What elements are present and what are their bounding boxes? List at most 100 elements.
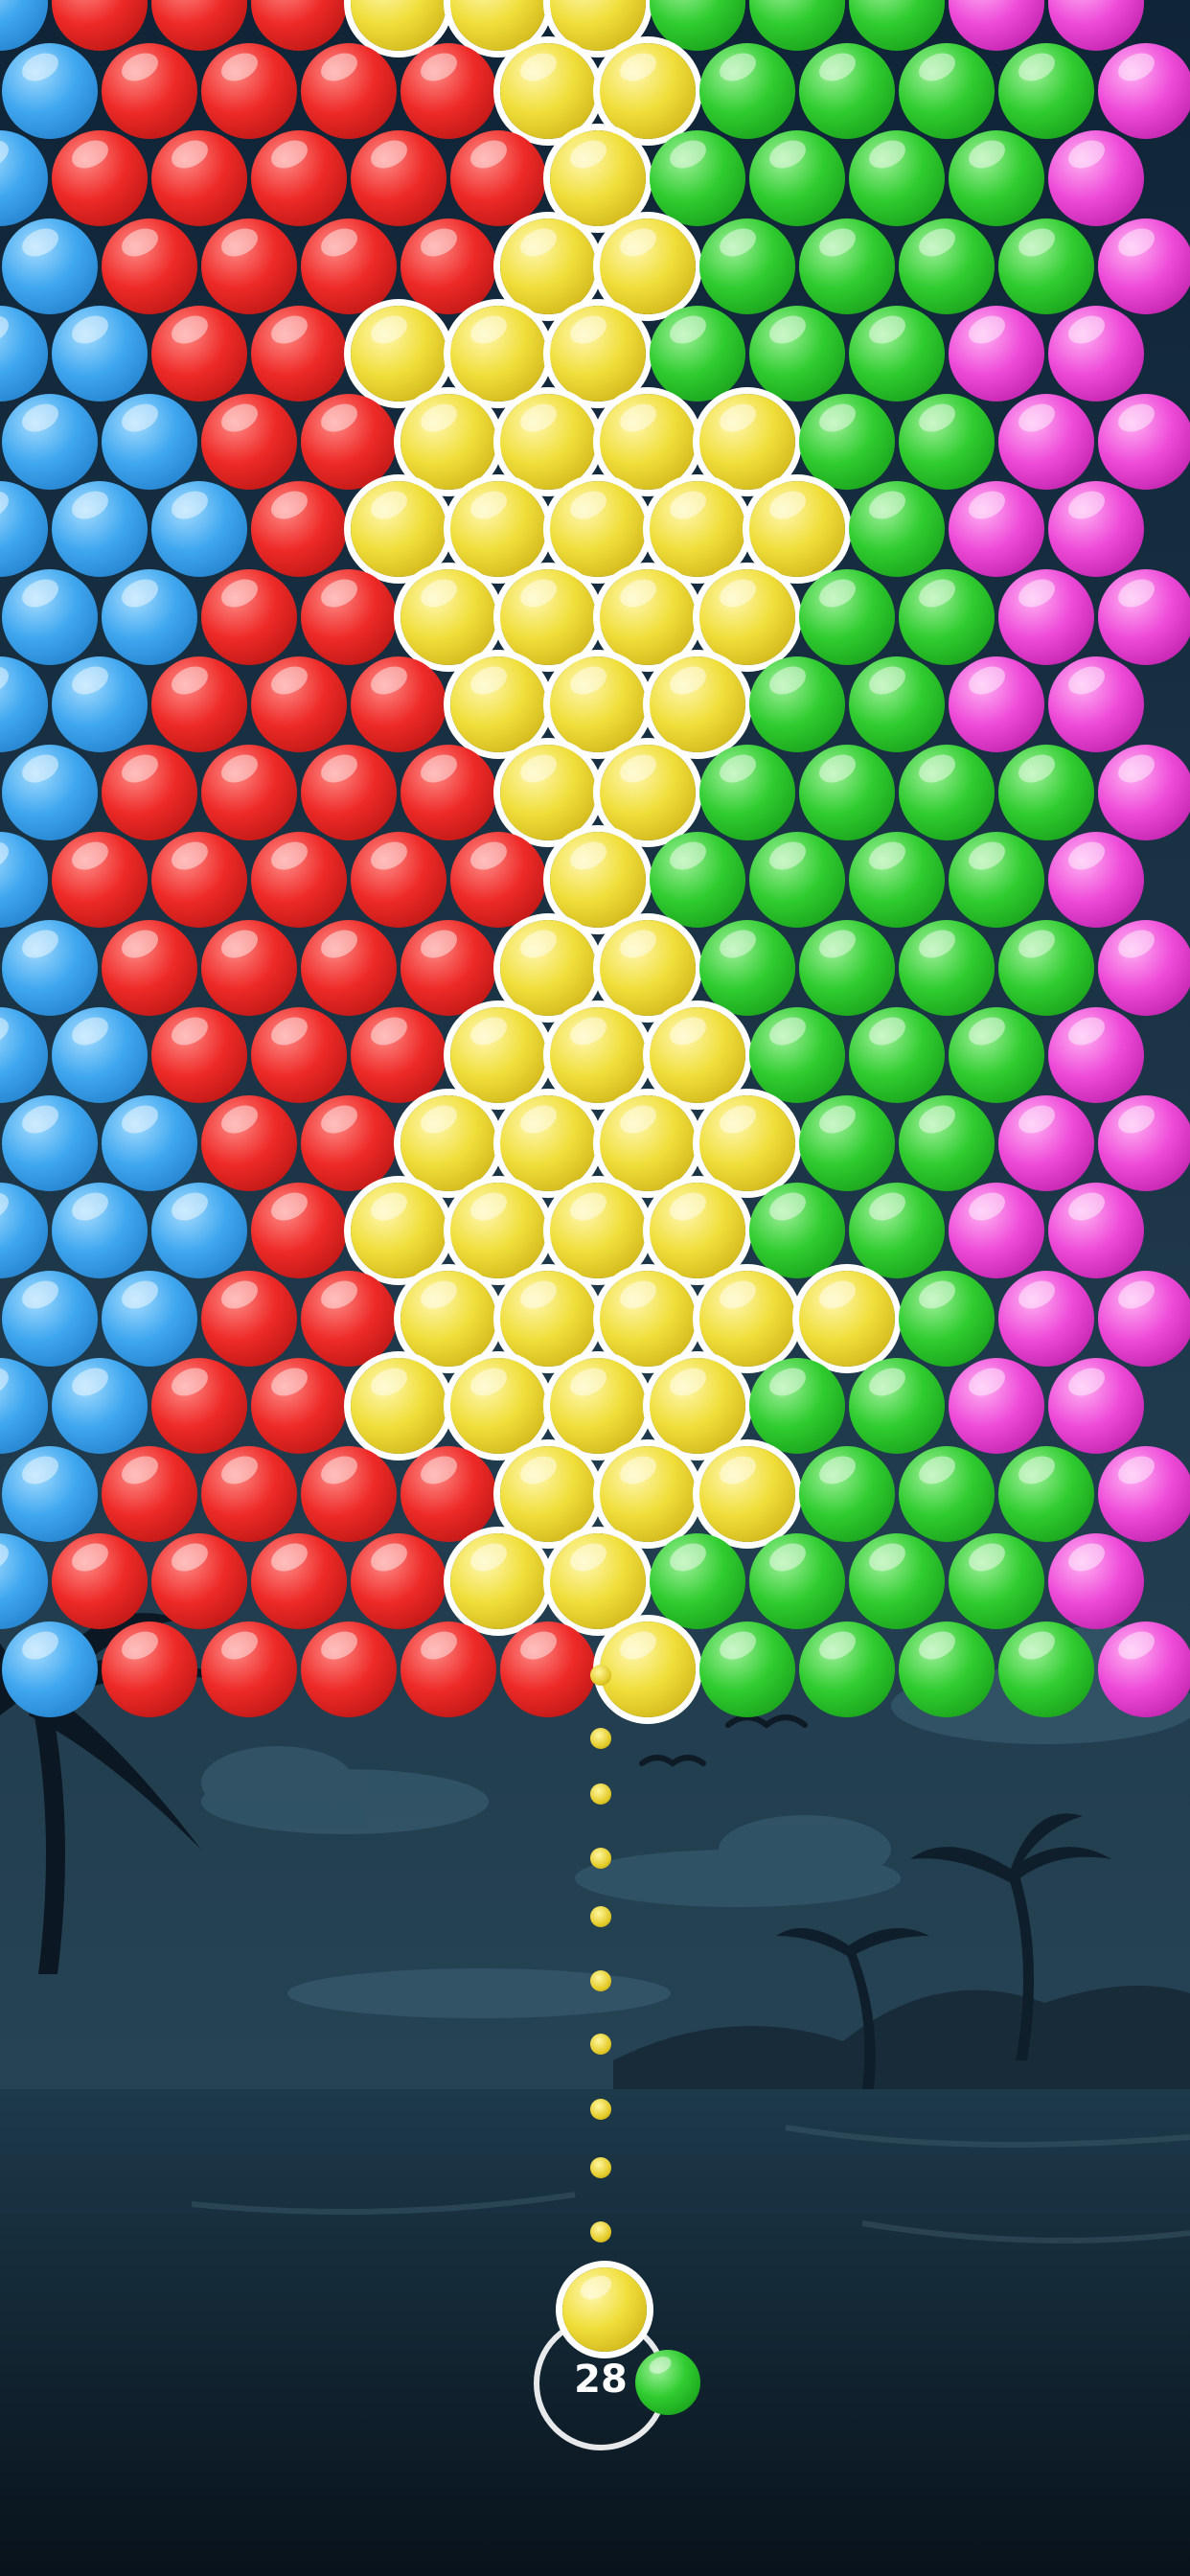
bubble-yellow	[699, 568, 795, 665]
bubble-red	[201, 1094, 297, 1191]
bubble-magenta	[1048, 481, 1144, 577]
bubble-red	[301, 919, 397, 1016]
bubble-red	[400, 919, 496, 1016]
bubble-green	[650, 306, 745, 402]
bubble-green	[799, 393, 895, 490]
bubble-red	[102, 744, 197, 840]
bubble-blue	[2, 1621, 98, 1717]
bubble-yellow	[450, 1533, 546, 1629]
bubble-yellow	[550, 0, 646, 51]
bubble-magenta	[949, 1183, 1044, 1278]
bubble-magenta	[1048, 1358, 1144, 1454]
bubble-magenta	[1098, 1270, 1190, 1367]
bubble-magenta	[949, 0, 1044, 51]
aim-dot	[590, 2099, 611, 2120]
bubble-magenta	[1098, 1094, 1190, 1191]
bubble-green	[899, 218, 995, 314]
bubble-red	[301, 1445, 397, 1542]
bubble-yellow	[650, 1183, 745, 1278]
bubble-green	[799, 42, 895, 139]
bubble-blue	[52, 481, 148, 577]
bubble-blue	[2, 42, 98, 139]
aim-dot	[590, 2034, 611, 2055]
bubble-red	[201, 1445, 297, 1542]
bubble-red	[52, 1533, 148, 1629]
bubble-blue	[52, 1183, 148, 1278]
bubble-magenta	[1098, 1445, 1190, 1542]
bubble-green	[949, 832, 1044, 928]
bubble-yellow	[400, 568, 496, 665]
bubble-blue	[102, 1270, 197, 1367]
bubble-red	[251, 1007, 347, 1103]
current-bubble[interactable]	[562, 2267, 647, 2352]
bubble-blue	[151, 1183, 247, 1278]
bubble-green	[849, 1533, 945, 1629]
bubble-yellow	[351, 481, 446, 577]
bubble-yellow	[550, 481, 646, 577]
bubble-yellow	[650, 1358, 745, 1454]
bubble-red	[151, 656, 247, 752]
aim-dot	[590, 1848, 611, 1869]
bubble-yellow	[351, 1183, 446, 1278]
bubble-yellow	[500, 1094, 596, 1191]
bubble-red	[201, 1270, 297, 1367]
bubble-yellow	[450, 481, 546, 577]
bubble-yellow	[450, 1358, 546, 1454]
bubble-yellow	[500, 919, 596, 1016]
bubble-blue	[151, 481, 247, 577]
bubble-magenta	[998, 393, 1094, 490]
bubble-yellow	[450, 306, 546, 402]
aim-dot	[590, 2221, 611, 2242]
bubble-red	[400, 744, 496, 840]
bubble-green	[849, 1007, 945, 1103]
bubble-yellow	[600, 1094, 696, 1191]
bubble-yellow	[500, 218, 596, 314]
bubble-blue	[0, 656, 48, 752]
bubble-green	[699, 744, 795, 840]
bubble-green	[749, 1533, 845, 1629]
bubble-green	[699, 919, 795, 1016]
bubble-green	[849, 130, 945, 226]
bubble-yellow	[500, 744, 596, 840]
bubble-yellow	[600, 42, 696, 139]
bubble-red	[400, 42, 496, 139]
bubble-green	[699, 42, 795, 139]
bubble-red	[102, 1445, 197, 1542]
next-bubble-swap[interactable]	[635, 2350, 700, 2415]
bubble-yellow	[500, 1270, 596, 1367]
aim-dot	[590, 1665, 611, 1686]
bubble-red	[301, 1621, 397, 1717]
bubble-green	[799, 218, 895, 314]
bubble-green	[849, 0, 945, 51]
bubble-yellow	[550, 1007, 646, 1103]
bubble-magenta	[1048, 1007, 1144, 1103]
bubble-green	[949, 130, 1044, 226]
bubble-red	[450, 832, 546, 928]
bubble-red	[151, 1533, 247, 1629]
bubble-red	[251, 1358, 347, 1454]
bubble-yellow	[650, 656, 745, 752]
bubble-yellow	[450, 1007, 546, 1103]
bubble-red	[251, 481, 347, 577]
bubble-green	[899, 744, 995, 840]
bubble-yellow	[699, 1094, 795, 1191]
bubble-blue	[2, 568, 98, 665]
bubble-magenta	[949, 481, 1044, 577]
bubble-green	[799, 1445, 895, 1542]
bubble-green	[799, 919, 895, 1016]
bubble-magenta	[949, 656, 1044, 752]
aim-dot	[590, 1728, 611, 1749]
bubble-red	[251, 0, 347, 51]
bubble-green	[849, 832, 945, 928]
bubble-magenta	[949, 306, 1044, 402]
bubble-yellow	[351, 0, 446, 51]
bubble-green	[899, 42, 995, 139]
bubble-red	[301, 1270, 397, 1367]
bubble-blue	[102, 1094, 197, 1191]
bubble-red	[351, 656, 446, 752]
bubble-red	[351, 1007, 446, 1103]
bubble-yellow	[500, 568, 596, 665]
bubble-yellow	[799, 1270, 895, 1367]
bubble-blue	[2, 393, 98, 490]
bubble-green	[699, 1621, 795, 1717]
